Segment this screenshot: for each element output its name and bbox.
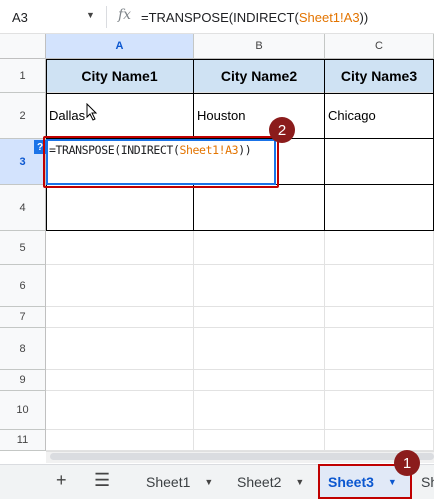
tab-sheet-partial[interactable]: Sh xyxy=(421,466,434,498)
cell-b1[interactable]: City Name2 xyxy=(194,59,325,93)
column-header-b[interactable]: B xyxy=(194,34,325,59)
cell-c11[interactable] xyxy=(325,430,434,451)
cell-c1[interactable]: City Name3 xyxy=(325,59,434,93)
name-box-dropdown-icon[interactable]: ▼ xyxy=(86,10,95,20)
cell-b8[interactable] xyxy=(194,328,325,370)
select-all-corner[interactable] xyxy=(0,34,46,59)
annotation-box-formula xyxy=(43,136,279,188)
cell-c10[interactable] xyxy=(325,391,434,430)
cell-a10[interactable] xyxy=(46,391,194,430)
cell-b10[interactable] xyxy=(194,391,325,430)
cell-b2[interactable]: Houston xyxy=(194,93,325,139)
row-header-7[interactable]: 7 xyxy=(0,307,46,328)
cell-a5[interactable] xyxy=(46,231,194,265)
table-border xyxy=(46,230,434,231)
cell-a9[interactable] xyxy=(46,370,194,391)
tab-dropdown-icon[interactable]: ▼ xyxy=(295,477,304,487)
cell-b5[interactable] xyxy=(194,231,325,265)
row-header-1[interactable]: 1 xyxy=(0,59,46,93)
cell-a8[interactable] xyxy=(46,328,194,370)
row-header-9[interactable]: 9 xyxy=(0,370,46,391)
tab-label: Sheet1 xyxy=(146,474,191,490)
row-header-8[interactable]: 8 xyxy=(0,328,46,370)
cell-c6[interactable] xyxy=(325,265,434,307)
row-header-11[interactable]: 11 xyxy=(0,430,46,451)
formula-input[interactable]: =TRANSPOSE(INDIRECT(Sheet1!A3)) xyxy=(141,10,368,25)
mouse-cursor-icon xyxy=(86,103,98,121)
cell-a6[interactable] xyxy=(46,265,194,307)
cell-b7[interactable] xyxy=(194,307,325,328)
cell-b6[interactable] xyxy=(194,265,325,307)
cell-a11[interactable] xyxy=(46,430,194,451)
table-border xyxy=(46,59,434,60)
row-header-10[interactable]: 10 xyxy=(0,391,46,430)
cell-c9[interactable] xyxy=(325,370,434,391)
fx-icon: fx xyxy=(118,7,132,23)
column-header-c[interactable]: C xyxy=(325,34,434,59)
cell-c3[interactable] xyxy=(325,139,434,185)
annotation-badge-1: 1 xyxy=(394,450,420,476)
all-sheets-menu-icon[interactable]: ☰ xyxy=(94,470,110,491)
tab-label: Sh xyxy=(421,474,434,490)
add-sheet-icon[interactable]: + xyxy=(56,470,67,491)
cell-b4[interactable] xyxy=(194,185,325,231)
column-header-a[interactable]: A xyxy=(46,34,194,59)
table-border xyxy=(46,93,434,94)
table-border xyxy=(324,59,325,231)
formula-ref: Sheet1!A3 xyxy=(298,10,360,25)
tab-dropdown-icon[interactable]: ▼ xyxy=(204,477,213,487)
cell-b9[interactable] xyxy=(194,370,325,391)
cell-c5[interactable] xyxy=(325,231,434,265)
cell-a4[interactable] xyxy=(46,185,194,231)
cell-a2[interactable]: Dallas xyxy=(46,93,194,139)
row-header-4[interactable]: 4 xyxy=(0,185,46,231)
formula-prefix: =TRANSPOSE(INDIRECT( xyxy=(141,10,299,25)
cell-c8[interactable] xyxy=(325,328,434,370)
annotation-badge-2: 2 xyxy=(269,117,295,143)
row-header-5[interactable]: 5 xyxy=(0,231,46,265)
divider xyxy=(106,6,107,28)
cell-c4[interactable] xyxy=(325,185,434,231)
row-header-2[interactable]: 2 xyxy=(0,93,46,139)
tab-label: Sheet2 xyxy=(237,474,282,490)
horizontal-scrollbar-thumb[interactable] xyxy=(50,453,434,460)
row-header-6[interactable]: 6 xyxy=(0,265,46,307)
cell-a1[interactable]: City Name1 xyxy=(46,59,194,93)
name-box[interactable]: A3 xyxy=(12,10,28,25)
tab-sheet1[interactable]: Sheet1 ▼ xyxy=(146,466,213,498)
formula-bar: A3 ▼ fx =TRANSPOSE(INDIRECT(Sheet1!A3)) xyxy=(0,0,434,34)
tab-sheet2[interactable]: Sheet2 ▼ xyxy=(237,466,304,498)
cell-c7[interactable] xyxy=(325,307,434,328)
cell-a7[interactable] xyxy=(46,307,194,328)
cell-b11[interactable] xyxy=(194,430,325,451)
formula-suffix: )) xyxy=(359,10,369,25)
cell-c2[interactable]: Chicago xyxy=(325,93,434,139)
